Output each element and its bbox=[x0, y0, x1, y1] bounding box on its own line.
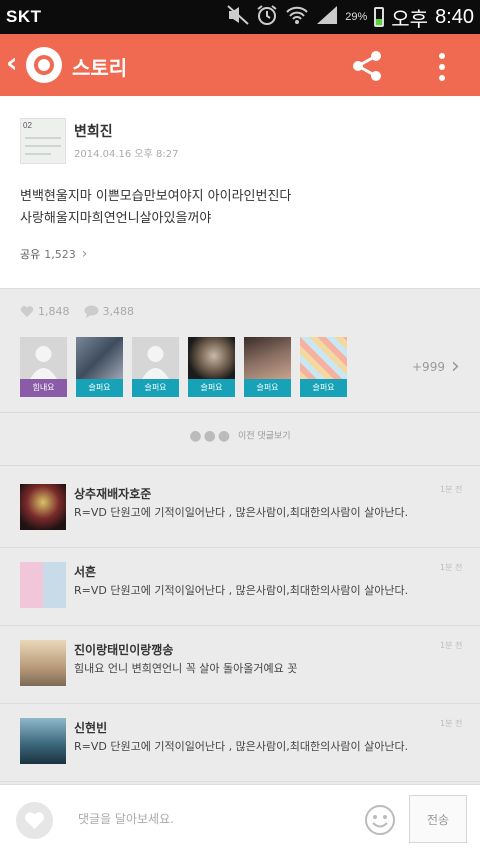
chevron-left-icon[interactable]: ‹ bbox=[6, 48, 18, 78]
like-count: 1,848 bbox=[38, 305, 70, 318]
comment-item: 진이랑태민이랑깽송 힘내요 언니 변희연언니 꼭 살아 돌아올거예요 꼿 1분 … bbox=[0, 626, 480, 704]
chevron-right-icon: › bbox=[450, 354, 460, 379]
carrier-name: SKT bbox=[6, 7, 42, 26]
kakaostory-logo-icon[interactable] bbox=[26, 47, 62, 83]
reaction-badge: 슬퍼요 bbox=[300, 379, 347, 397]
thumb-label: 02 bbox=[23, 121, 32, 130]
reaction-avatar[interactable]: 슬퍼요 bbox=[188, 337, 235, 397]
commenter-avatar[interactable] bbox=[20, 718, 66, 764]
reaction-badge: 슬퍼요 bbox=[188, 379, 235, 397]
reaction-badge: 슬퍼요 bbox=[244, 379, 291, 397]
comment-time: 1분 전 bbox=[440, 719, 463, 728]
more-reactions-count: +999 bbox=[412, 360, 445, 374]
like-button[interactable] bbox=[16, 802, 53, 839]
share-label: 공유 bbox=[20, 248, 41, 261]
post-card: 02 변희진 2014.04.16 오후 8:27 변백현울지마 이쁜모습만보여… bbox=[0, 96, 480, 289]
comment-time: 1분 전 bbox=[440, 641, 463, 650]
reaction-avatar[interactable]: 슬퍼요 bbox=[300, 337, 347, 397]
divider bbox=[0, 412, 480, 413]
clock-period: 오후 bbox=[391, 8, 429, 31]
smiley-icon[interactable] bbox=[364, 804, 396, 836]
post-body: 변백현울지마 이쁜모습만보여야지 아이라인번진다 사랑해울지마희연언니살아있을꺼… bbox=[20, 186, 460, 230]
comment-stat[interactable]: 3,488 bbox=[84, 305, 135, 318]
post-body-line: 사랑해울지마희연언니살아있을꺼야 bbox=[20, 211, 212, 226]
comment-bubble-icon bbox=[84, 305, 99, 318]
commenter-name[interactable]: 진이랑태민이랑깽송 bbox=[74, 641, 173, 658]
comment-text: R=VD 단원고에 기적이일어난다 , 많은사람이,최대한의사람이 살아난다. bbox=[74, 584, 409, 597]
post-date: 2014.04.16 오후 8:27 bbox=[74, 149, 179, 160]
reaction-badge: 슬퍼요 bbox=[76, 379, 123, 397]
status-bar: SKT 29% 오후 8:40 bbox=[0, 0, 480, 34]
battery-percent: 29% bbox=[345, 11, 368, 23]
commenter-avatar[interactable] bbox=[20, 640, 66, 686]
share-icon[interactable] bbox=[350, 50, 384, 82]
chevron-right-icon: › bbox=[81, 246, 88, 262]
comment-text: 힘내요 언니 변희연언니 꼭 살아 돌아올거예요 꼿 bbox=[74, 662, 298, 675]
comment-count: 3,488 bbox=[102, 305, 135, 318]
post-author[interactable]: 변희진 bbox=[74, 121, 113, 141]
reaction-badge: 슬퍼요 bbox=[132, 379, 179, 397]
comment-item: 상추재배자호준 R=VD 단원고에 기적이일어난다 , 많은사람이,최대한의사람… bbox=[0, 470, 480, 548]
page-title: 스토리 bbox=[72, 56, 128, 80]
battery-icon bbox=[374, 7, 385, 27]
commenter-avatar[interactable] bbox=[20, 484, 66, 530]
divider bbox=[0, 465, 480, 466]
app-bar: ‹ 스토리 bbox=[0, 34, 480, 96]
send-button[interactable]: 전송 bbox=[409, 795, 467, 843]
more-reactions-link[interactable]: +999 › bbox=[412, 354, 460, 379]
reaction-avatar[interactable]: 슬퍼요 bbox=[132, 337, 179, 397]
alarm-icon bbox=[256, 4, 278, 31]
share-count: 1,523 bbox=[44, 247, 76, 261]
reaction-avatar[interactable]: 힘내요 bbox=[20, 337, 67, 397]
comment-item: 신현빈 R=VD 단원고에 기적이일어난다 , 많은사람이,최대한의사람이 살아… bbox=[0, 704, 480, 782]
reaction-avatar[interactable]: 슬퍼요 bbox=[76, 337, 123, 397]
comment-item: 서흔 R=VD 단원고에 기적이일어난다 , 많은사람이,최대한의사람이 살아난… bbox=[0, 548, 480, 626]
more-vertical-icon[interactable] bbox=[432, 50, 452, 82]
comment-input[interactable] bbox=[78, 807, 378, 831]
post-body-line: 변백현울지마 이쁜모습만보여야지 아이라인번진다 bbox=[20, 189, 292, 204]
mute-icon bbox=[227, 4, 249, 30]
clock-time: 8:40 bbox=[435, 5, 474, 28]
commenter-name[interactable]: 신현빈 bbox=[74, 719, 107, 736]
status-icons: 29% 오후 8:40 bbox=[227, 4, 474, 31]
heart-icon bbox=[25, 812, 44, 829]
share-count-link[interactable]: 공유 1,523 › bbox=[20, 246, 87, 262]
like-stat[interactable]: 1,848 bbox=[20, 305, 70, 318]
commenter-avatar[interactable] bbox=[20, 562, 66, 608]
signal-icon bbox=[316, 5, 338, 30]
comment-time: 1분 전 bbox=[440, 563, 463, 572]
comment-input-bar: 전송 bbox=[0, 784, 480, 854]
ellipsis-icon: ●●● bbox=[189, 428, 233, 444]
wifi-icon bbox=[285, 5, 309, 30]
previous-comments-button[interactable]: ●●● 이전 댓글보기 bbox=[0, 428, 480, 444]
post-author-avatar[interactable]: 02 bbox=[20, 118, 66, 164]
reaction-badge: 힘내요 bbox=[20, 379, 67, 397]
comment-time: 1분 전 bbox=[440, 485, 463, 494]
previous-comments-label: 이전 댓글보기 bbox=[238, 431, 291, 442]
comment-text: R=VD 단원고에 기적이일어난다 , 많은사람이,최대한의사람이 살아난다. bbox=[74, 740, 409, 753]
reaction-avatar[interactable]: 슬퍼요 bbox=[244, 337, 291, 397]
reaction-stats: 1,848 3,488 bbox=[20, 305, 134, 318]
heart-icon bbox=[20, 305, 34, 318]
commenter-name[interactable]: 상추재배자호준 bbox=[74, 485, 151, 502]
comment-text: R=VD 단원고에 기적이일어난다 , 많은사람이,최대한의사람이 살아난다. bbox=[74, 506, 409, 519]
commenter-name[interactable]: 서흔 bbox=[74, 563, 96, 580]
